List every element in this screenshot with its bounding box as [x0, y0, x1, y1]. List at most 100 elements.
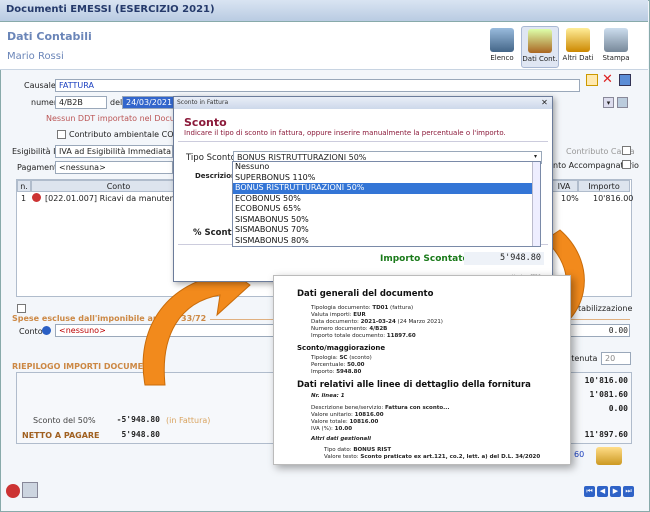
- doc-suffix: (sconto): [347, 355, 372, 361]
- numero-field[interactable]: 4/B2B: [55, 96, 107, 109]
- dropdown-option[interactable]: ECOBONUS 50%: [233, 194, 540, 205]
- doc-key: Importo:: [311, 369, 335, 375]
- dropdown-option[interactable]: SISMABONUS 70%: [233, 225, 540, 236]
- dialog-divider: [178, 141, 548, 142]
- doc-key: IVA (%):: [311, 426, 333, 432]
- doc-key: Numero documento:: [311, 326, 368, 332]
- doc-val: BONUS RIST: [353, 447, 392, 453]
- doc-sconto-block: Tipologia: SC (sconto) Percentuale: 50.0…: [311, 355, 372, 376]
- add-conto-icon[interactable]: [42, 326, 51, 335]
- doc-key: Tipologia:: [311, 355, 338, 361]
- doc-val: 10.00: [334, 426, 353, 432]
- edit-icon[interactable]: [617, 97, 628, 108]
- row-importo: 10'816.00: [593, 194, 634, 203]
- doc-line: Data documento: 2021-03-24 (24 Marzo 202…: [311, 319, 443, 326]
- last-page-icon[interactable]: ⏭: [623, 486, 634, 497]
- doc-line: Valuta importi: EUR: [311, 312, 443, 319]
- doc-suffix: (24 Marzo 2021): [395, 319, 443, 325]
- remove-row-icon[interactable]: [32, 193, 41, 202]
- dialog-close-icon[interactable]: ✕: [539, 98, 550, 108]
- total-other: 0.00: [608, 404, 628, 413]
- doc-key: Tipo dato:: [324, 447, 352, 453]
- col-iva-header: IVA: [550, 180, 578, 192]
- dialog-titlebar: Sconto in Fattura: [174, 97, 552, 109]
- printer-small-icon[interactable]: [22, 482, 38, 498]
- exit-icon[interactable]: [6, 484, 20, 498]
- doc-altri-heading: Altri dati gestionali: [311, 436, 371, 442]
- dropdown-option[interactable]: ECOBONUS 65%: [233, 204, 540, 215]
- sconto-note: (in Fattura): [166, 416, 211, 425]
- prev-page-icon[interactable]: ◀: [597, 486, 608, 497]
- new-doc-icon[interactable]: [586, 74, 598, 86]
- sconto-label: Sconto del 50%: [33, 416, 96, 425]
- ritenuta-field[interactable]: 20: [601, 352, 631, 365]
- causale-label: Causale: [24, 81, 56, 90]
- dropdown-option-selected[interactable]: BONUS RISTRUTTURAZIONI 50%: [233, 183, 540, 194]
- doc-line: Importo totale documento: 11897.60: [311, 333, 443, 340]
- dati-cont-label: Dati Cont.: [522, 55, 558, 63]
- side-value: 60: [574, 450, 585, 459]
- doc-heading-general: Dati generali del documento: [297, 289, 434, 299]
- doc-key: Valore totale:: [311, 419, 348, 425]
- chevron-down-icon[interactable]: ▾: [603, 97, 614, 108]
- accounting-icon: [528, 29, 552, 53]
- dati-cont-button[interactable]: Dati Cont.: [521, 26, 559, 68]
- col-importo-header: Importo: [578, 180, 630, 192]
- dropdown-option[interactable]: Nessuno: [233, 162, 540, 173]
- doc-line: Descrizione bene/servizio: Fattura con s…: [311, 405, 449, 412]
- contributo-cassa-checkbox[interactable]: [622, 146, 631, 155]
- select-arrow-icon[interactable]: ▾: [534, 153, 537, 160]
- doc-line: IVA (%): 10.00: [311, 426, 449, 433]
- first-page-icon[interactable]: ⏮: [584, 486, 595, 497]
- delete-icon[interactable]: ✕: [602, 72, 613, 87]
- doc-altri-block: Tipo dato: BONUS RIST Valore testo: Scon…: [324, 447, 540, 461]
- sconto-dropdown-list[interactable]: Nessuno SUPERBONUS 110% BONUS RISTRUTTUR…: [232, 161, 541, 247]
- list-icon: [490, 28, 514, 52]
- doc-line: Percentuale: 50.00: [311, 362, 372, 369]
- accompagnatorio-checkbox[interactable]: [622, 160, 631, 169]
- doc-line: Tipologia: SC (sconto): [311, 355, 372, 362]
- altri-dati-button[interactable]: Altri Dati: [559, 26, 597, 68]
- coins-icon[interactable]: [596, 447, 622, 465]
- dropdown-option[interactable]: SUPERBONUS 110%: [233, 173, 540, 184]
- doc-heading-sconto: Sconto/maggiorazione: [297, 344, 386, 352]
- doc-key: Valore unitario:: [311, 412, 353, 418]
- next-page-icon[interactable]: ▶: [610, 486, 621, 497]
- elenco-button[interactable]: Elenco: [483, 26, 521, 68]
- stampa-button[interactable]: Stampa: [597, 26, 635, 68]
- doc-line: Valore testo: Sconto praticato ex art.12…: [324, 454, 540, 461]
- doc-general-block: Tipologia documento: TD01 (fattura) Valu…: [311, 305, 443, 340]
- doc-heading-linee: Dati relativi alle linee di dettaglio de…: [297, 380, 531, 390]
- doc-val: 11897.60: [386, 333, 416, 339]
- date-field[interactable]: 24/03/2021: [122, 96, 174, 109]
- doc-val: 50.00: [347, 362, 365, 368]
- sconto-value: -5'948.80: [116, 415, 160, 424]
- dialog-heading: Sconto: [184, 116, 227, 129]
- total-imponibile: 10'816.00: [584, 376, 628, 385]
- title-bar: Documenti EMESSI (ESERCIZIO 2021): [0, 0, 648, 22]
- doc-val: 4/B2B: [369, 326, 388, 332]
- conai-checkbox[interactable]: [57, 130, 66, 139]
- doc-suffix: (fattura): [388, 305, 414, 311]
- pagamento-field[interactable]: <nessuna>: [55, 161, 173, 174]
- row-n: 1: [21, 194, 27, 203]
- prestazione-checkbox[interactable]: [17, 304, 26, 313]
- col-n-header: n.: [17, 180, 31, 192]
- causale-field[interactable]: FATTURA: [55, 79, 580, 92]
- doc-val: 10816.00: [354, 412, 384, 418]
- section-title: Dati Contabili: [7, 30, 92, 43]
- importo-scontato-label: Importo Scontato: [380, 254, 469, 264]
- elenco-label: Elenco: [490, 54, 514, 62]
- importo-scontato-value: 5'948.80: [464, 252, 544, 265]
- dropdown-scrollbar[interactable]: [532, 162, 540, 246]
- doc-val: Sconto praticato ex art.121, co.2, lett.…: [360, 454, 541, 460]
- doc-line: Valore unitario: 10816.00: [311, 412, 449, 419]
- save-icon[interactable]: [619, 74, 631, 86]
- esig-iva-field[interactable]: IVA ad Esigibilità Immediata: [55, 145, 173, 158]
- doc-val: TD01: [372, 305, 389, 311]
- doc-val: 2021-03-24: [360, 319, 396, 325]
- dropdown-option[interactable]: SISMABONUS 50%: [233, 215, 540, 226]
- printer-icon: [604, 28, 628, 52]
- user-name: Mario Rossi: [7, 51, 64, 62]
- dropdown-option[interactable]: SISMABONUS 80%: [233, 236, 540, 247]
